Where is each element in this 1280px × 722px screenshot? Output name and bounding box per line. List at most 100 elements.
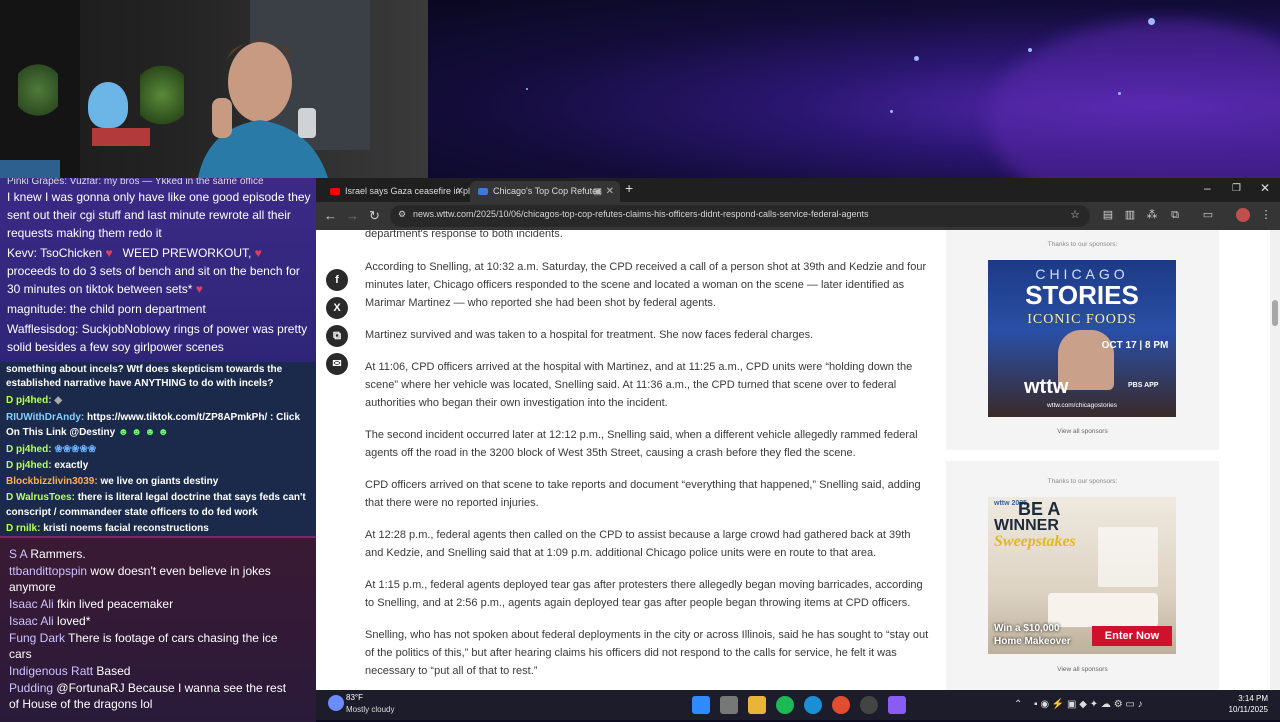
task-view-icon[interactable] — [720, 696, 738, 714]
tab-israel-gaza[interactable]: Israel says Gaza ceasefire in pla ✕ — [322, 181, 470, 202]
browser-window: Israel says Gaza ceasefire in pla ✕ Chic… — [316, 178, 1280, 690]
new-tab-button[interactable]: + — [625, 180, 633, 196]
ad-brand: wttw — [1024, 376, 1069, 398]
facebook-share-icon[interactable]: f — [326, 269, 348, 291]
chat-line: Kevv: TsoChicken ♥ WEED PREWORKOUT, ♥ — [7, 246, 262, 260]
chat-line: D WalrusToes: there is literal legal doc… — [6, 492, 306, 503]
chrome-icon[interactable] — [832, 696, 850, 714]
chat-line: requests making them redo it — [7, 226, 162, 240]
forward-icon[interactable]: → — [346, 208, 359, 223]
chat-cut-line: Pinki Grapes: Vuzfar: my bros — Ykked in… — [7, 178, 264, 186]
article-page: f X ⧉ ✉ department's response to both in… — [316, 230, 1280, 690]
weather-icon[interactable] — [328, 695, 344, 711]
profile-avatar[interactable] — [1236, 208, 1250, 222]
sponsor-thanks-label: Thanks to our sponsors: — [1047, 478, 1118, 485]
chat-line: Fung Dark There is footage of cars chasi… — [9, 631, 278, 645]
streamer-silhouette — [198, 40, 328, 178]
chat-line: RIUWithDrAndy: https://www.tiktok.com/t/… — [6, 412, 301, 423]
minimize-button[interactable]: – — [1204, 181, 1211, 195]
site-info-icon[interactable]: ⚙ — [398, 209, 406, 220]
chat-line: Blockbizzlivin3039: we live on giants de… — [6, 476, 219, 487]
article-paragraph: department's response to both incidents. — [365, 230, 563, 240]
window-illustration — [1098, 527, 1158, 587]
windows-taskbar: 83°F Mostly cloudy ⌃ ▪ ◉ ⚡ ▣ ◆ ✦ ☁ ⚙ ▭ ♪… — [316, 690, 1280, 720]
close-tab-icon[interactable]: ✕ — [606, 181, 614, 202]
chat-line: proceeds to do 3 sets of bench and sit o… — [7, 264, 300, 278]
reload-icon[interactable]: ↻ — [369, 208, 380, 224]
sponsor-box: Thanks to our sponsors: wttw 2025 BE A W… — [946, 461, 1219, 690]
reading-icon[interactable]: ▤ — [1102, 209, 1114, 221]
enter-now-button[interactable]: Enter Now — [1092, 626, 1172, 646]
tool-icon[interactable]: ⁂ — [1146, 209, 1158, 221]
email-share-icon[interactable]: ✉ — [326, 353, 348, 375]
tab-title: Israel says Gaza ceasefire in pla — [345, 186, 470, 196]
app-icon[interactable] — [888, 696, 906, 714]
tray-icon[interactable]: ▪ ◉ ⚡ ▣ ◆ ✦ ☁ ⚙ ▭ ♪ — [1034, 699, 1143, 710]
sweepstakes-ad[interactable]: wttw 2025 BE A WINNER Sweepstakes Win a … — [988, 497, 1176, 654]
file-explorer-icon[interactable] — [748, 696, 766, 714]
bookmark-star-icon[interactable]: ☆ — [1070, 208, 1080, 221]
star — [526, 88, 528, 90]
tab-chicago-top-cop[interactable]: Chicago's Top Cop Refutes ▣ ✕ — [470, 181, 620, 202]
chat-line: ttbandittopspin wow doesn't even believe… — [9, 564, 271, 578]
spotify-icon[interactable] — [776, 696, 794, 714]
youtube-icon — [330, 188, 340, 196]
chat-line: I knew I was gonna only have like one go… — [7, 190, 311, 204]
article-paragraph: CPD officers arrived on that scene to ta… — [365, 479, 921, 509]
tab-title: Chicago's Top Cop Refutes — [493, 186, 602, 196]
star — [914, 56, 919, 61]
chat-line: sent out their cgi stuff and last minute… — [7, 208, 291, 222]
maximize-button[interactable]: ❐ — [1232, 183, 1241, 194]
edge-icon[interactable] — [804, 696, 822, 714]
close-tab-icon[interactable]: ✕ — [456, 181, 464, 202]
chat-line: Isaac Ali loved* — [9, 614, 91, 628]
chat-line: solid besides a few soy girlpower scenes — [7, 340, 224, 354]
start-icon[interactable] — [692, 696, 710, 714]
view-all-sponsors-link[interactable]: View all sponsors — [946, 428, 1219, 435]
weather-temp: 83°F — [346, 693, 363, 702]
address-bar[interactable]: ⚙ news.wttw.com/2025/10/06/chicagos-top-… — [390, 205, 1090, 227]
close-window-button[interactable]: ✕ — [1260, 181, 1270, 195]
url-text[interactable]: news.wttw.com/2025/10/06/chicagos-top-co… — [413, 209, 869, 219]
article-paragraph: Snelling, who has not spoken about feder… — [365, 629, 929, 677]
scrollbar-thumb[interactable] — [1272, 300, 1278, 326]
blue-figurine — [88, 82, 128, 128]
view-all-sponsors-link[interactable]: View all sponsors — [946, 666, 1219, 673]
flipboard-share-icon[interactable]: ⧉ — [326, 325, 348, 347]
plant-left — [18, 60, 58, 120]
trash-icon[interactable]: ▥ — [1124, 209, 1136, 221]
clock-time[interactable]: 3:14 PM — [1228, 694, 1268, 703]
webcam-feed — [0, 0, 428, 178]
menu-icon[interactable]: ⋮ — [1260, 209, 1272, 221]
chat-panel-bottom: S A Rammers. ttbandittopspin wow doesn't… — [0, 536, 316, 722]
tray-overflow-icon[interactable]: ⌃ — [1014, 699, 1022, 710]
page-scrollbar[interactable] — [1270, 230, 1280, 690]
mug — [0, 160, 60, 178]
star — [1148, 18, 1155, 25]
back-icon[interactable]: ← — [324, 208, 337, 223]
ad2-line3: Sweepstakes — [994, 533, 1076, 550]
chat-line: Wafflesisdog: SuckjobNoblowy rings of po… — [7, 322, 308, 336]
ad-line2: STORIES — [1025, 280, 1139, 310]
plant-right — [140, 60, 184, 130]
sponsor-box: Thanks to our sponsors: CHICAGO STORIES … — [946, 230, 1219, 450]
article-paragraph: According to Snelling, at 10:32 a.m. Sat… — [365, 261, 927, 309]
chat-line: D pj4hed: exactly — [6, 460, 89, 471]
obs-icon[interactable] — [860, 696, 878, 714]
clock-date[interactable]: 10/11/2025 — [1216, 705, 1268, 714]
chicago-stories-ad[interactable]: CHICAGO STORIES ICONIC FOODS OCT 17 | 8 … — [988, 260, 1176, 417]
chat-line: D pj4hed: ❀❀❀❀❀ — [6, 444, 97, 455]
chat-line: On This Link @Destiny ☻ ☻ ☻ ☻ — [6, 427, 169, 438]
chat-line: D rnilk: kristi noems facial reconstruct… — [6, 523, 209, 534]
space-background — [428, 0, 1280, 178]
chat-line: conscript / commandeer state officers to… — [6, 507, 258, 518]
x-share-icon[interactable]: X — [326, 297, 348, 319]
nebula — [988, 20, 1280, 178]
sponsor-thanks-label: Thanks to our sponsors: — [1047, 241, 1118, 248]
ad-url: wttw.com/chicagostories — [1046, 402, 1118, 409]
tab-bar: Israel says Gaza ceasefire in pla ✕ Chic… — [316, 178, 1280, 202]
cast-icon: ▣ — [593, 186, 602, 196]
sidebar-icon[interactable]: ▭ — [1202, 209, 1214, 221]
extensions-icon[interactable]: ⧉ — [1169, 209, 1181, 221]
chat-line: Indigenous Ratt Based — [9, 664, 131, 678]
